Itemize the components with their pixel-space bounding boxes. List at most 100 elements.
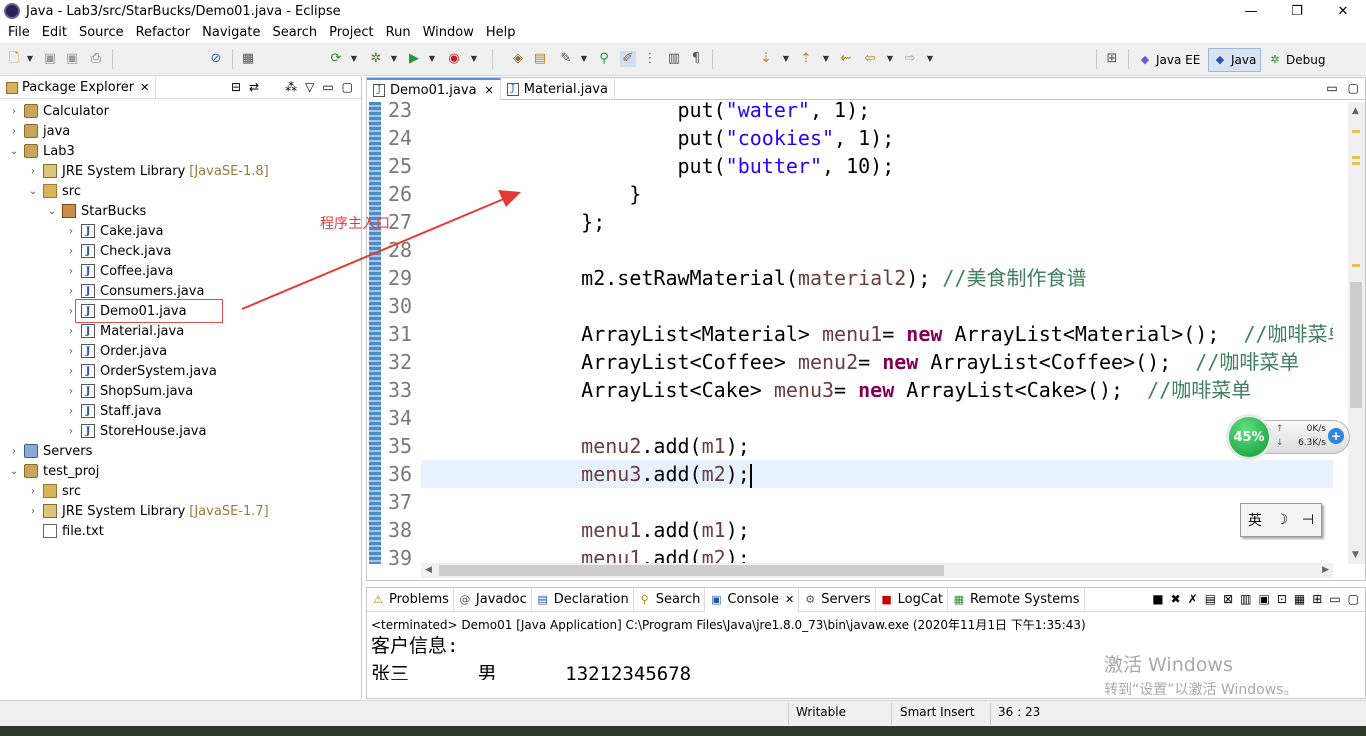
tree-item[interactable]: › JRE System Library [JavaSE-1.8] <box>27 161 269 181</box>
vertical-scrollbar[interactable]: ▲ ▼ <box>1348 102 1365 564</box>
word-wrap-icon[interactable]: ▥ <box>1240 592 1251 606</box>
skip-breakpoints-icon[interactable]: ⊘ <box>208 51 224 67</box>
next-annotation-icon[interactable]: ⇣ <box>758 51 774 67</box>
refresh-dropdown-icon[interactable]: ▼ <box>350 51 358 67</box>
code-line[interactable]: ArrayList<Coffee> menu2= new ArrayList<C… <box>421 348 1299 376</box>
code-line[interactable]: } <box>421 180 641 208</box>
collapsed-chevron-icon[interactable]: › <box>65 346 77 357</box>
save-all-icon[interactable]: ▣ <box>64 51 80 67</box>
tab-logcat[interactable]: ■ LogCat <box>876 587 948 612</box>
close-button[interactable]: ✕ <box>1320 0 1366 22</box>
menu-edit[interactable]: Edit <box>36 25 73 40</box>
collapsed-chevron-icon[interactable]: › <box>65 286 77 297</box>
open-perspective-icon[interactable]: ⊞ <box>1104 51 1120 67</box>
code-line[interactable]: m2.setRawMaterial(material2); //美食制作食谱 <box>421 264 1086 292</box>
tab-console[interactable]: ▣ Console ✕ <box>705 587 800 612</box>
new-java-project-icon[interactable]: ◈ <box>510 51 526 67</box>
remove-launch-icon[interactable]: ✖ <box>1171 592 1181 606</box>
network-speed-widget[interactable]: 45% ↑ 0K/s ↓ 6.3K/s + <box>1226 414 1351 460</box>
maximize-icon[interactable]: ▢ <box>1348 81 1359 95</box>
tree-item[interactable]: › J Staff.java <box>65 401 162 421</box>
menu-refactor[interactable]: Refactor <box>130 25 197 40</box>
refresh-icon[interactable]: ⟳ <box>328 51 344 67</box>
code-line[interactable] <box>421 292 533 320</box>
tree-item[interactable]: ⌄ StarBucks <box>46 201 146 221</box>
tree-item[interactable]: › J Cake.java <box>65 221 163 241</box>
forward-dropdown-icon[interactable]: ▼ <box>926 51 934 67</box>
scroll-up-icon[interactable]: ▲ <box>1352 106 1359 116</box>
back-icon[interactable]: ⇦ <box>862 51 878 67</box>
menu-navigate[interactable]: Navigate <box>196 25 266 40</box>
run-icon[interactable]: ▶ <box>406 51 422 67</box>
display-selected-console-icon[interactable]: ▦ <box>1294 592 1305 606</box>
collapsed-chevron-icon[interactable]: › <box>8 126 20 137</box>
tree-item[interactable]: › J StoreHouse.java <box>65 421 206 441</box>
maximize-icon[interactable]: ▢ <box>1348 592 1359 606</box>
build-icon[interactable]: ▦ <box>240 51 256 67</box>
tree-item[interactable]: file.txt <box>27 521 104 541</box>
next-annotation-dropdown-icon[interactable]: ▼ <box>782 51 790 67</box>
collapsed-chevron-icon[interactable]: › <box>65 366 77 377</box>
code-line[interactable]: ArrayList<Material> menu1= new ArrayList… <box>421 320 1333 348</box>
minimize-icon[interactable]: ▭ <box>1329 592 1340 606</box>
external-tools-icon[interactable]: ◉ <box>446 51 462 67</box>
tree-item[interactable]: › src <box>27 481 81 501</box>
perspective-debug[interactable]: ✲ Debug <box>1264 48 1329 72</box>
perspective-java[interactable]: ◆ Java <box>1208 48 1262 72</box>
show-console-icon[interactable]: ▣ <box>1259 592 1270 606</box>
moon-icon[interactable]: ☽ <box>1276 512 1289 528</box>
collapsed-chevron-icon[interactable]: › <box>65 226 77 237</box>
expanded-chevron-icon[interactable]: ⌄ <box>8 466 20 477</box>
tab-problems[interactable]: ⚠ Problems <box>367 587 454 612</box>
forward-icon[interactable]: ⇨ <box>902 51 918 67</box>
half-width-icon[interactable]: ⊣ <box>1302 512 1314 528</box>
code-line[interactable]: menu1.add(m2); <box>421 544 750 564</box>
menu-run[interactable]: Run <box>380 25 417 40</box>
print-icon[interactable]: ⎙ <box>88 51 104 67</box>
code-line[interactable]: menu1.add(m1); <box>421 516 750 544</box>
collapsed-chevron-icon[interactable]: › <box>8 446 20 457</box>
tab-package-explorer[interactable]: Package Explorer ✕ <box>0 76 157 99</box>
collapsed-chevron-icon[interactable]: › <box>27 486 39 497</box>
open-task-icon[interactable]: ✎ <box>558 51 574 67</box>
code-line[interactable] <box>421 236 533 264</box>
minimize-icon[interactable]: ▭ <box>322 80 333 94</box>
minimize-icon[interactable]: ▭ <box>1326 81 1337 95</box>
menu-search[interactable]: Search <box>266 25 323 40</box>
view-menu-icon[interactable]: ▽ <box>305 80 314 94</box>
collapsed-chevron-icon[interactable]: › <box>8 106 20 117</box>
maximize-button[interactable]: ❐ <box>1274 0 1320 22</box>
collapsed-chevron-icon[interactable]: › <box>27 506 39 517</box>
close-icon[interactable]: ✕ <box>785 593 794 606</box>
code-line[interactable] <box>421 404 533 432</box>
collapsed-chevron-icon[interactable]: › <box>65 406 77 417</box>
ime-toolbar[interactable]: 英 ☽ ⊣ <box>1240 503 1322 537</box>
code-line[interactable]: }; <box>421 208 605 236</box>
expanded-chevron-icon[interactable]: ⌄ <box>8 146 20 157</box>
tree-item[interactable]: ⌄ test_proj <box>8 461 100 481</box>
debug-icon[interactable]: ✲ <box>368 51 384 67</box>
tree-item[interactable]: › java <box>8 121 70 141</box>
tab-javadoc[interactable]: @ Javadoc <box>454 587 532 612</box>
tab-remote-systems[interactable]: ▦ Remote Systems <box>948 587 1085 612</box>
tree-item[interactable]: › J Coffee.java <box>65 261 173 281</box>
code-line[interactable]: ArrayList<Cake> menu3= new ArrayList<Cak… <box>421 376 1251 404</box>
new-icon[interactable]: 🗋 <box>6 51 22 67</box>
search-tool-icon[interactable]: ⚲ <box>596 51 612 67</box>
close-tab-icon[interactable]: ✕ <box>485 84 494 97</box>
run-dropdown-icon[interactable]: ▼ <box>428 51 436 67</box>
menu-project[interactable]: Project <box>323 25 379 40</box>
vertical-scroll-thumb[interactable] <box>1350 282 1362 408</box>
tree-item[interactable]: › J Consumers.java <box>65 281 204 301</box>
open-task-dropdown-icon[interactable]: ▼ <box>580 51 588 67</box>
debug-dropdown-icon[interactable]: ▼ <box>390 51 398 67</box>
plus-icon[interactable]: + <box>1328 428 1344 444</box>
code-line[interactable] <box>421 488 533 516</box>
show-whitespace-icon[interactable]: ▥ <box>666 51 682 67</box>
clear-console-icon[interactable]: ▤ <box>1205 592 1216 606</box>
tree-item[interactable]: › J Material.java <box>65 321 184 341</box>
external-tools-dropdown-icon[interactable]: ▼ <box>470 51 478 67</box>
collapsed-chevron-icon[interactable]: › <box>27 166 39 177</box>
toggle-mark-occurrences-icon[interactable]: ✐ <box>620 51 636 67</box>
tree-item[interactable]: › J OrderSystem.java <box>65 361 217 381</box>
